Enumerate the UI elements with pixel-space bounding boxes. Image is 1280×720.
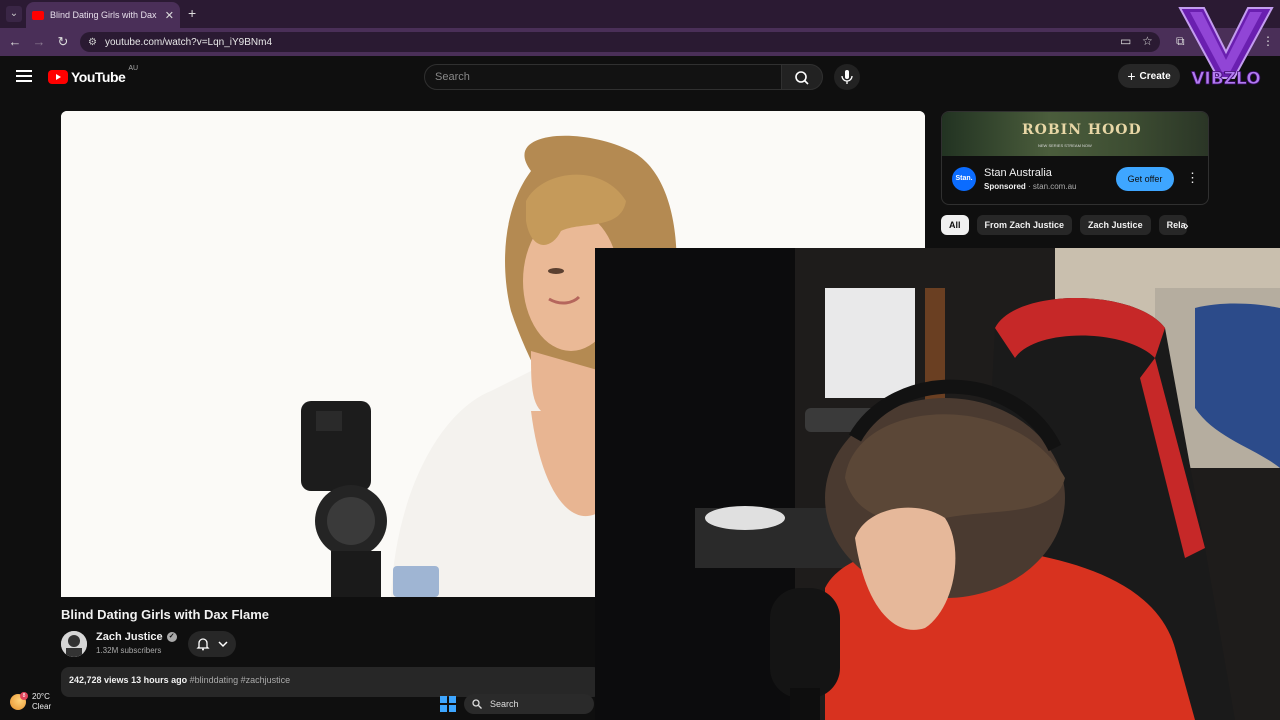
get-offer-button[interactable]: Get offer <box>1116 167 1174 191</box>
weather-badge: 8 <box>20 692 28 700</box>
windows-start-icon[interactable] <box>440 696 456 712</box>
address-bar[interactable]: ⚙ youtube.com/watch?v=Lqn_iY9BNm4 <box>80 32 1160 52</box>
bookmark-star-icon[interactable]: ☆ <box>1142 34 1153 48</box>
url-text: youtube.com/watch?v=Lqn_iY9BNm4 <box>104 36 273 48</box>
recommendation-filter-chips: All From Zach Justice Zach Justice Rela <box>941 215 1187 235</box>
more-options-icon[interactable]: ⋮ <box>1186 170 1199 186</box>
search-button[interactable] <box>781 64 823 90</box>
youtube-header: YouTube AU + Create <box>0 56 1280 100</box>
create-button[interactable]: + Create <box>1118 64 1180 88</box>
hashtags[interactable]: #blinddating #zachjustice <box>190 675 291 685</box>
ad-banner-subtitle: NEW SERIES STREAM NOW <box>1038 143 1092 148</box>
channel-name-row[interactable]: Zach Justice ✓ <box>96 631 177 643</box>
taskbar-search[interactable]: Search <box>464 694 594 714</box>
subscriber-count: 1.32M subscribers <box>96 646 162 655</box>
tab-search-chevron-icon[interactable]: ⌄ <box>6 6 22 22</box>
chip-from-zach-justice[interactable]: From Zach Justice <box>976 215 1073 235</box>
vibzlo-text: VIBZLO <box>1191 69 1260 89</box>
browser-toolbar: ← → ↻ ⚙ youtube.com/watch?v=Lqn_iY9BNm4 … <box>0 28 1280 56</box>
ad-domain: stan.com.au <box>1032 182 1077 191</box>
microphone-icon <box>841 70 853 84</box>
advertiser-name[interactable]: Stan Australia <box>984 167 1052 179</box>
bell-icon <box>196 638 210 651</box>
browser-tab-strip: ⌄ Blind Dating Girls with Dax Flame ✕ + <box>0 0 1280 28</box>
ad-sponsored-line: Sponsored · stan.com.au <box>984 182 1077 191</box>
sponsored-label: Sponsored <box>984 182 1026 191</box>
create-label: Create <box>1139 70 1171 82</box>
streamer-webcam-overlay <box>595 248 1280 720</box>
plus-icon: + <box>1127 68 1136 84</box>
youtube-logo[interactable]: YouTube AU <box>48 65 138 85</box>
taskbar-search-label: Search <box>490 699 519 709</box>
search-icon <box>795 71 809 85</box>
webcam-feed-image <box>595 248 1280 720</box>
search-field[interactable] <box>424 64 782 90</box>
weather-sun-icon: 8 <box>10 692 28 710</box>
weather-temperature: 20°C <box>32 692 50 701</box>
youtube-favicon-icon <box>32 10 44 20</box>
chevron-right-icon[interactable]: › <box>1184 217 1189 233</box>
channel-avatar[interactable] <box>61 631 87 657</box>
menu-hamburger-icon[interactable] <box>16 70 32 82</box>
description-box[interactable]: 242,728 views 13 hours ago #blinddating … <box>61 667 601 697</box>
browser-tab[interactable]: Blind Dating Girls with Dax Flame ✕ <box>26 2 180 28</box>
search-input[interactable] <box>435 65 781 89</box>
close-tab-icon[interactable]: ✕ <box>165 9 174 22</box>
forward-icon[interactable]: → <box>30 33 48 51</box>
taskbar-weather[interactable]: 8 20°C Clear <box>10 692 51 712</box>
video-title: Blind Dating Girls with Dax Flame <box>61 607 270 622</box>
region-code: AU <box>128 65 139 72</box>
cast-icon[interactable]: ▭ <box>1120 34 1131 48</box>
notification-bell-button[interactable] <box>188 631 236 657</box>
sponsored-ad-card[interactable]: ROBIN HOOD NEW SERIES STREAM NOW Stan. S… <box>941 111 1209 205</box>
new-tab-icon[interactable]: + <box>188 5 196 21</box>
chip-all[interactable]: All <box>941 215 969 235</box>
upload-age: 13 hours ago <box>131 675 188 685</box>
ad-banner-title: ROBIN HOOD <box>1022 122 1142 138</box>
verified-badge-icon: ✓ <box>166 632 177 642</box>
channel-name[interactable]: Zach Justice <box>96 631 163 643</box>
weather-condition: Clear <box>32 702 52 711</box>
voice-search-button[interactable] <box>834 64 860 90</box>
advertiser-logo[interactable]: Stan. <box>952 167 976 191</box>
chip-zach-justice[interactable]: Zach Justice <box>1080 215 1151 235</box>
site-info-icon[interactable]: ⚙ <box>88 37 97 48</box>
channel-avatar-image <box>61 631 87 657</box>
view-count: 242,728 views <box>69 675 129 685</box>
youtube-wordmark: YouTube <box>71 69 126 85</box>
tab-title: Blind Dating Girls with Dax Flame <box>50 10 159 20</box>
reload-icon[interactable]: ↻ <box>54 33 72 51</box>
vibzlo-watermark-logo: VIBZLO <box>1176 4 1276 90</box>
chevron-down-icon <box>218 641 228 648</box>
chip-related[interactable]: Rela <box>1158 215 1187 235</box>
youtube-play-icon <box>48 70 68 84</box>
taskbar-search-icon <box>472 699 482 709</box>
back-icon[interactable]: ← <box>6 33 24 51</box>
ad-banner-image[interactable]: ROBIN HOOD NEW SERIES STREAM NOW <box>942 112 1208 156</box>
